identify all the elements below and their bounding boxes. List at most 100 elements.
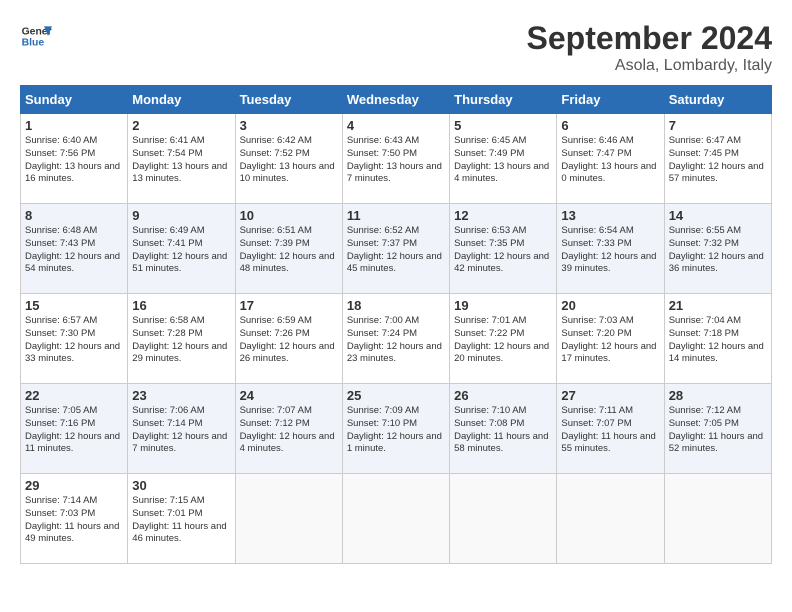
weekday-header: Sunday: [21, 86, 128, 114]
day-number: 14: [669, 208, 767, 223]
day-number: 13: [561, 208, 659, 223]
calendar-cell: 11 Sunrise: 6:52 AMSunset: 7:37 PMDaylig…: [342, 204, 449, 294]
weekday-header: Saturday: [664, 86, 771, 114]
day-number: 30: [132, 478, 230, 493]
day-info: Sunrise: 6:59 AMSunset: 7:26 PMDaylight:…: [240, 315, 338, 366]
weekday-header: Friday: [557, 86, 664, 114]
day-number: 18: [347, 298, 445, 313]
day-number: 26: [454, 388, 552, 403]
calendar-cell: [557, 474, 664, 564]
day-info: Sunrise: 6:52 AMSunset: 7:37 PMDaylight:…: [347, 225, 445, 276]
calendar-cell: 17 Sunrise: 6:59 AMSunset: 7:26 PMDaylig…: [235, 294, 342, 384]
day-info: Sunrise: 7:07 AMSunset: 7:12 PMDaylight:…: [240, 405, 338, 456]
day-info: Sunrise: 7:14 AMSunset: 7:03 PMDaylight:…: [25, 495, 123, 546]
title-block: September 2024 Asola, Lombardy, Italy: [527, 20, 772, 75]
calendar-cell: 8 Sunrise: 6:48 AMSunset: 7:43 PMDayligh…: [21, 204, 128, 294]
day-info: Sunrise: 6:45 AMSunset: 7:49 PMDaylight:…: [454, 135, 552, 186]
day-number: 28: [669, 388, 767, 403]
day-info: Sunrise: 7:04 AMSunset: 7:18 PMDaylight:…: [669, 315, 767, 366]
day-info: Sunrise: 6:47 AMSunset: 7:45 PMDaylight:…: [669, 135, 767, 186]
day-info: Sunrise: 6:40 AMSunset: 7:56 PMDaylight:…: [25, 135, 123, 186]
calendar-cell: 12 Sunrise: 6:53 AMSunset: 7:35 PMDaylig…: [450, 204, 557, 294]
calendar-cell: 10 Sunrise: 6:51 AMSunset: 7:39 PMDaylig…: [235, 204, 342, 294]
location: Asola, Lombardy, Italy: [527, 57, 772, 75]
day-number: 29: [25, 478, 123, 493]
day-info: Sunrise: 7:06 AMSunset: 7:14 PMDaylight:…: [132, 405, 230, 456]
calendar-cell: [664, 474, 771, 564]
day-number: 7: [669, 118, 767, 133]
day-info: Sunrise: 6:54 AMSunset: 7:33 PMDaylight:…: [561, 225, 659, 276]
weekday-header: Wednesday: [342, 86, 449, 114]
logo: General Blue: [20, 20, 52, 52]
day-info: Sunrise: 7:01 AMSunset: 7:22 PMDaylight:…: [454, 315, 552, 366]
day-number: 19: [454, 298, 552, 313]
day-info: Sunrise: 7:05 AMSunset: 7:16 PMDaylight:…: [25, 405, 123, 456]
day-info: Sunrise: 7:09 AMSunset: 7:10 PMDaylight:…: [347, 405, 445, 456]
calendar-cell: 5 Sunrise: 6:45 AMSunset: 7:49 PMDayligh…: [450, 114, 557, 204]
day-number: 17: [240, 298, 338, 313]
calendar-cell: 2 Sunrise: 6:41 AMSunset: 7:54 PMDayligh…: [128, 114, 235, 204]
day-info: Sunrise: 6:42 AMSunset: 7:52 PMDaylight:…: [240, 135, 338, 186]
day-number: 11: [347, 208, 445, 223]
calendar-cell: [450, 474, 557, 564]
calendar-cell: 9 Sunrise: 6:49 AMSunset: 7:41 PMDayligh…: [128, 204, 235, 294]
svg-text:Blue: Blue: [22, 38, 45, 49]
day-info: Sunrise: 7:00 AMSunset: 7:24 PMDaylight:…: [347, 315, 445, 366]
day-info: Sunrise: 6:58 AMSunset: 7:28 PMDaylight:…: [132, 315, 230, 366]
weekday-header-row: SundayMondayTuesdayWednesdayThursdayFrid…: [21, 86, 772, 114]
calendar-cell: 26 Sunrise: 7:10 AMSunset: 7:08 PMDaylig…: [450, 384, 557, 474]
calendar-week-row: 1 Sunrise: 6:40 AMSunset: 7:56 PMDayligh…: [21, 114, 772, 204]
calendar-table: SundayMondayTuesdayWednesdayThursdayFrid…: [20, 85, 772, 564]
day-info: Sunrise: 6:43 AMSunset: 7:50 PMDaylight:…: [347, 135, 445, 186]
calendar-cell: 25 Sunrise: 7:09 AMSunset: 7:10 PMDaylig…: [342, 384, 449, 474]
calendar-cell: 6 Sunrise: 6:46 AMSunset: 7:47 PMDayligh…: [557, 114, 664, 204]
calendar-cell: 21 Sunrise: 7:04 AMSunset: 7:18 PMDaylig…: [664, 294, 771, 384]
calendar-week-row: 22 Sunrise: 7:05 AMSunset: 7:16 PMDaylig…: [21, 384, 772, 474]
day-number: 6: [561, 118, 659, 133]
page-header: General Blue September 2024 Asola, Lomba…: [20, 20, 772, 75]
calendar-cell: 16 Sunrise: 6:58 AMSunset: 7:28 PMDaylig…: [128, 294, 235, 384]
day-number: 16: [132, 298, 230, 313]
day-info: Sunrise: 7:11 AMSunset: 7:07 PMDaylight:…: [561, 405, 659, 456]
weekday-header: Thursday: [450, 86, 557, 114]
day-number: 9: [132, 208, 230, 223]
weekday-header: Monday: [128, 86, 235, 114]
calendar-cell: 14 Sunrise: 6:55 AMSunset: 7:32 PMDaylig…: [664, 204, 771, 294]
day-info: Sunrise: 7:12 AMSunset: 7:05 PMDaylight:…: [669, 405, 767, 456]
day-info: Sunrise: 6:55 AMSunset: 7:32 PMDaylight:…: [669, 225, 767, 276]
calendar-cell: 13 Sunrise: 6:54 AMSunset: 7:33 PMDaylig…: [557, 204, 664, 294]
day-info: Sunrise: 7:10 AMSunset: 7:08 PMDaylight:…: [454, 405, 552, 456]
day-number: 25: [347, 388, 445, 403]
day-number: 20: [561, 298, 659, 313]
day-number: 4: [347, 118, 445, 133]
logo-icon: General Blue: [20, 20, 52, 52]
day-number: 22: [25, 388, 123, 403]
calendar-cell: 28 Sunrise: 7:12 AMSunset: 7:05 PMDaylig…: [664, 384, 771, 474]
day-number: 8: [25, 208, 123, 223]
calendar-cell: [342, 474, 449, 564]
day-info: Sunrise: 6:53 AMSunset: 7:35 PMDaylight:…: [454, 225, 552, 276]
calendar-cell: 24 Sunrise: 7:07 AMSunset: 7:12 PMDaylig…: [235, 384, 342, 474]
day-number: 12: [454, 208, 552, 223]
day-number: 3: [240, 118, 338, 133]
day-info: Sunrise: 6:49 AMSunset: 7:41 PMDaylight:…: [132, 225, 230, 276]
calendar-cell: 22 Sunrise: 7:05 AMSunset: 7:16 PMDaylig…: [21, 384, 128, 474]
calendar-cell: 4 Sunrise: 6:43 AMSunset: 7:50 PMDayligh…: [342, 114, 449, 204]
day-number: 23: [132, 388, 230, 403]
month-title: September 2024: [527, 20, 772, 57]
weekday-header: Tuesday: [235, 86, 342, 114]
calendar-cell: 29 Sunrise: 7:14 AMSunset: 7:03 PMDaylig…: [21, 474, 128, 564]
calendar-cell: 27 Sunrise: 7:11 AMSunset: 7:07 PMDaylig…: [557, 384, 664, 474]
day-info: Sunrise: 6:57 AMSunset: 7:30 PMDaylight:…: [25, 315, 123, 366]
day-number: 10: [240, 208, 338, 223]
day-number: 1: [25, 118, 123, 133]
calendar-cell: [235, 474, 342, 564]
day-info: Sunrise: 6:48 AMSunset: 7:43 PMDaylight:…: [25, 225, 123, 276]
day-number: 21: [669, 298, 767, 313]
day-info: Sunrise: 7:03 AMSunset: 7:20 PMDaylight:…: [561, 315, 659, 366]
day-number: 2: [132, 118, 230, 133]
calendar-cell: 19 Sunrise: 7:01 AMSunset: 7:22 PMDaylig…: [450, 294, 557, 384]
calendar-cell: 30 Sunrise: 7:15 AMSunset: 7:01 PMDaylig…: [128, 474, 235, 564]
day-info: Sunrise: 6:51 AMSunset: 7:39 PMDaylight:…: [240, 225, 338, 276]
calendar-week-row: 15 Sunrise: 6:57 AMSunset: 7:30 PMDaylig…: [21, 294, 772, 384]
